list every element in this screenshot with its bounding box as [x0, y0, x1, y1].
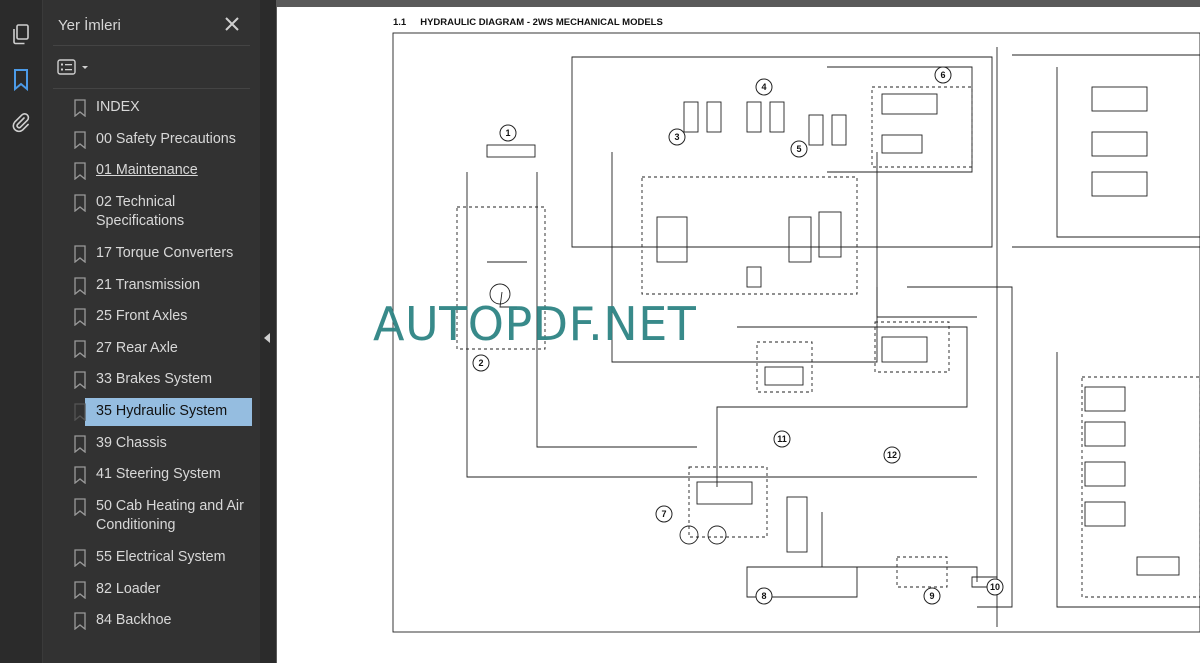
bookmark-label: 82 Loader — [96, 580, 161, 597]
component-label: 12 — [887, 450, 897, 460]
bookmark-icon[interactable] — [6, 65, 36, 95]
bookmark-options-button[interactable] — [57, 54, 97, 80]
bookmark-item[interactable]: 39 Chassis — [53, 430, 256, 458]
bookmark-item[interactable]: INDEX — [53, 94, 256, 122]
bookmark-icon — [74, 340, 86, 358]
close-panel-button[interactable] — [222, 14, 242, 34]
bookmark-label: 01 Maintenance — [96, 162, 198, 179]
panel-title: Yer İmleri — [58, 17, 121, 34]
bookmark-label: 41 Steering System — [96, 466, 221, 483]
bookmark-label: 27 Rear Axle — [96, 339, 178, 356]
bookmark-item[interactable]: 25 Front Axles — [53, 303, 256, 331]
bookmark-label: 39 Chassis — [96, 434, 167, 451]
component-label: 8 — [761, 591, 766, 601]
bookmark-label: 25 Front Axles — [96, 308, 188, 325]
component-label: 5 — [796, 144, 801, 154]
bookmark-icon — [74, 612, 86, 631]
pdf-page: 1.1 HYDRAULIC DIAGRAM - 2WS MECHANICAL MO… — [277, 7, 1200, 657]
attachment-icon[interactable] — [6, 108, 36, 138]
next-pdf-page — [277, 657, 1200, 663]
bookmark-icon — [74, 498, 86, 516]
bookmark-icon — [74, 245, 86, 263]
bookmark-item[interactable]: 00 Safety Precautions — [53, 126, 256, 154]
bookmark-item[interactable]: 33 Brakes System — [53, 366, 256, 394]
component-label: 11 — [777, 434, 787, 444]
bookmark-label: 55 Electrical System — [96, 548, 226, 565]
bookmark-item[interactable]: 55 Electrical System — [53, 544, 256, 572]
component-label: 10 — [990, 582, 1000, 592]
component-label: 7 — [661, 509, 666, 519]
bookmark-icon — [74, 371, 86, 390]
component-label: 1 — [505, 128, 510, 138]
bookmark-icon — [74, 308, 86, 327]
panel-splitter[interactable] — [260, 0, 276, 663]
panel-header: Yer İmleri — [43, 0, 260, 50]
bookmark-label: 00 Safety Precautions — [96, 130, 236, 147]
divider — [53, 88, 250, 89]
bookmark-item[interactable]: 82 Loader — [53, 576, 256, 604]
bookmark-item[interactable]: 84 Backhoe — [53, 607, 256, 635]
bookmark-icon — [74, 130, 86, 149]
bookmark-list: INDEX 00 Safety Precautions 01 Maintenance… — [53, 94, 256, 639]
bookmark-icon — [74, 99, 86, 117]
watermark: AUTOPDF.NET — [373, 297, 697, 351]
component-label: 9 — [929, 591, 934, 601]
bookmark-icon — [74, 549, 86, 567]
bookmark-label: INDEX — [96, 99, 140, 115]
bookmarks-panel: Yer İmleri INDEX 00 Safety Precautions 01 … — [43, 0, 260, 663]
bookmark-label: 02 Technical Specifications — [96, 193, 185, 230]
divider — [53, 45, 250, 46]
bookmark-item[interactable]: 17 Torque Converters — [53, 240, 256, 268]
bookmark-label: 84 Backhoe — [96, 612, 172, 629]
bookmark-icon — [74, 403, 86, 421]
component-label: 2 — [478, 358, 483, 368]
bookmark-item[interactable]: 27 Rear Axle — [53, 335, 256, 363]
bookmark-icon — [74, 466, 86, 485]
component-label: 6 — [940, 70, 945, 80]
bookmark-item[interactable]: 41 Steering System — [53, 461, 256, 489]
bookmark-label: 17 Torque Converters — [96, 244, 234, 261]
bookmark-item[interactable]: 50 Cab Heating and Air Conditioning — [53, 493, 256, 540]
bookmark-label: 33 Brakes System — [96, 371, 213, 388]
list-options-icon — [57, 59, 76, 75]
component-label: 4 — [761, 82, 766, 92]
component-label: 3 — [674, 132, 679, 142]
pages-icon[interactable] — [6, 20, 36, 50]
bookmark-label: 50 Cab Heating and Air Conditioning — [96, 497, 244, 534]
bookmark-item[interactable]: 02 Technical Specifications — [53, 189, 256, 236]
chevron-down-icon — [82, 66, 88, 69]
bookmark-icon — [74, 194, 86, 212]
bookmark-label: 35 Hydraulic System — [96, 402, 228, 419]
bookmark-icon — [74, 434, 86, 453]
close-icon — [225, 17, 239, 31]
bookmark-label: 21 Transmission — [96, 276, 201, 293]
bookmark-item[interactable]: 01 Maintenance — [53, 157, 256, 185]
bookmark-item[interactable]: 35 Hydraulic System — [74, 397, 252, 426]
bookmark-item[interactable]: 21 Transmission — [53, 272, 256, 300]
bookmark-icon — [74, 580, 86, 599]
collapse-panel-icon[interactable] — [264, 333, 270, 343]
bookmark-icon — [74, 276, 86, 295]
bookmark-icon — [74, 162, 86, 181]
tool-rail — [0, 0, 43, 663]
